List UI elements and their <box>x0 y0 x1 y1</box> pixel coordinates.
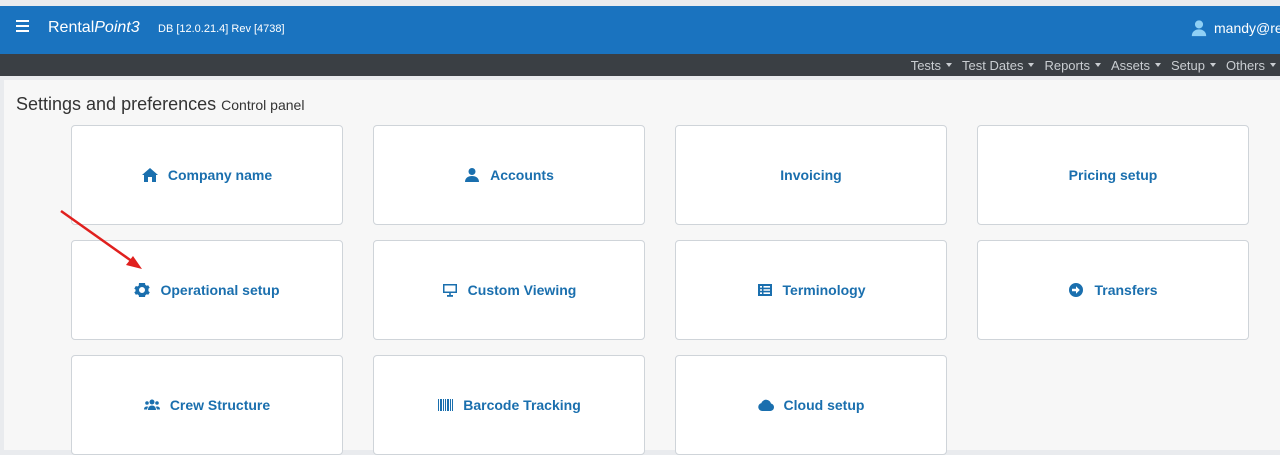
tile-label: Invoicing <box>780 167 842 183</box>
caret-down-icon <box>1155 63 1161 67</box>
home-icon <box>141 168 158 182</box>
tile-custom-viewing[interactable]: Custom Viewing <box>373 240 645 340</box>
caret-down-icon <box>1094 63 1101 67</box>
user-avatar-icon <box>1191 20 1207 37</box>
db-info: DB [12.0.21.4] Rev [4738] <box>158 23 285 35</box>
tile-transfers[interactable]: Transfers <box>977 240 1249 340</box>
brand-italic: Point3 <box>94 19 140 36</box>
tile-crew-structure[interactable]: Crew Structure <box>71 355 343 455</box>
main-menu: Tests Test Dates Reports Assets Setup Others <box>911 54 1280 76</box>
menu-item-test-dates[interactable]: Test Dates <box>962 57 1035 73</box>
tile-invoicing[interactable]: Invoicing <box>675 125 947 225</box>
caret-down-icon <box>1209 63 1216 67</box>
tile-label: Crew Structure <box>169 397 271 413</box>
user-menu[interactable]: mandy@re <box>1190 19 1280 37</box>
page-title-text: Settings and preferences <box>16 94 217 114</box>
menu-item-label: Test Dates <box>962 57 1024 73</box>
menu-item-assets[interactable]: Assets <box>1111 58 1161 73</box>
tile-label: Pricing setup <box>1068 167 1158 183</box>
caret-down-icon <box>1270 63 1276 67</box>
menu-item-setup[interactable]: Setup <box>1171 58 1216 73</box>
caret-down-icon <box>946 63 953 67</box>
cloud-icon <box>757 399 774 411</box>
page-title: Settings and preferences Control panel <box>16 94 304 115</box>
tile-label: Accounts <box>490 167 554 183</box>
brand-prefix: Rental <box>48 19 95 36</box>
menu-item-reports[interactable]: Reports <box>1044 58 1101 73</box>
main-menubar: Tests Test Dates Reports Assets Setup Others <box>0 54 1280 76</box>
control-panel: Settings and preferences Control panel C… <box>4 80 1280 455</box>
tile-pricing-setup[interactable]: Pricing setup <box>977 125 1249 225</box>
tile-operational-setup[interactable]: Operational setup <box>71 240 343 340</box>
tile-company-name[interactable]: Company name <box>71 125 343 225</box>
tile-label: Cloud setup <box>783 397 865 413</box>
menu-item-label: Setup <box>1171 57 1205 73</box>
tile-label: Custom Viewing <box>467 282 577 298</box>
tile-barcode-tracking[interactable]: Barcode Tracking <box>373 355 645 455</box>
barcode-icon <box>438 399 454 411</box>
monitor-icon <box>442 284 457 297</box>
user-icon <box>465 168 480 182</box>
menu-item-label: Others <box>1225 57 1265 73</box>
tile-label: Transfers <box>1094 282 1158 298</box>
tile-cloud-setup[interactable]: Cloud setup <box>675 355 947 455</box>
app-header: RentalPoint3 DB [12.0.21.4] Rev [4738] m… <box>0 0 1280 54</box>
gear-icon <box>134 283 151 297</box>
tile-terminology[interactable]: Terminology <box>675 240 947 340</box>
menu-item-label: Tests <box>910 57 942 73</box>
page-subtitle: Control panel <box>221 97 305 113</box>
tile-accounts[interactable]: Accounts <box>373 125 645 225</box>
menu-item-others[interactable]: Others <box>1226 58 1276 73</box>
tile-label: Terminology <box>782 282 866 298</box>
user-email: mandy@re <box>1214 20 1280 36</box>
list-icon <box>757 284 772 296</box>
caret-down-icon <box>1028 63 1035 67</box>
tile-label: Company name <box>167 167 273 183</box>
menu-item-tests[interactable]: Tests <box>910 57 953 73</box>
app-brand[interactable]: RentalPoint3 <box>48 19 140 37</box>
arrow-circle-icon <box>1069 283 1084 297</box>
hamburger-menu-icon[interactable] <box>16 20 29 32</box>
users-icon <box>143 399 160 410</box>
tile-label: Barcode Tracking <box>463 397 581 413</box>
tile-label: Operational setup <box>160 282 280 298</box>
menu-item-label: Assets <box>1110 57 1150 73</box>
menu-item-label: Reports <box>1044 57 1090 73</box>
